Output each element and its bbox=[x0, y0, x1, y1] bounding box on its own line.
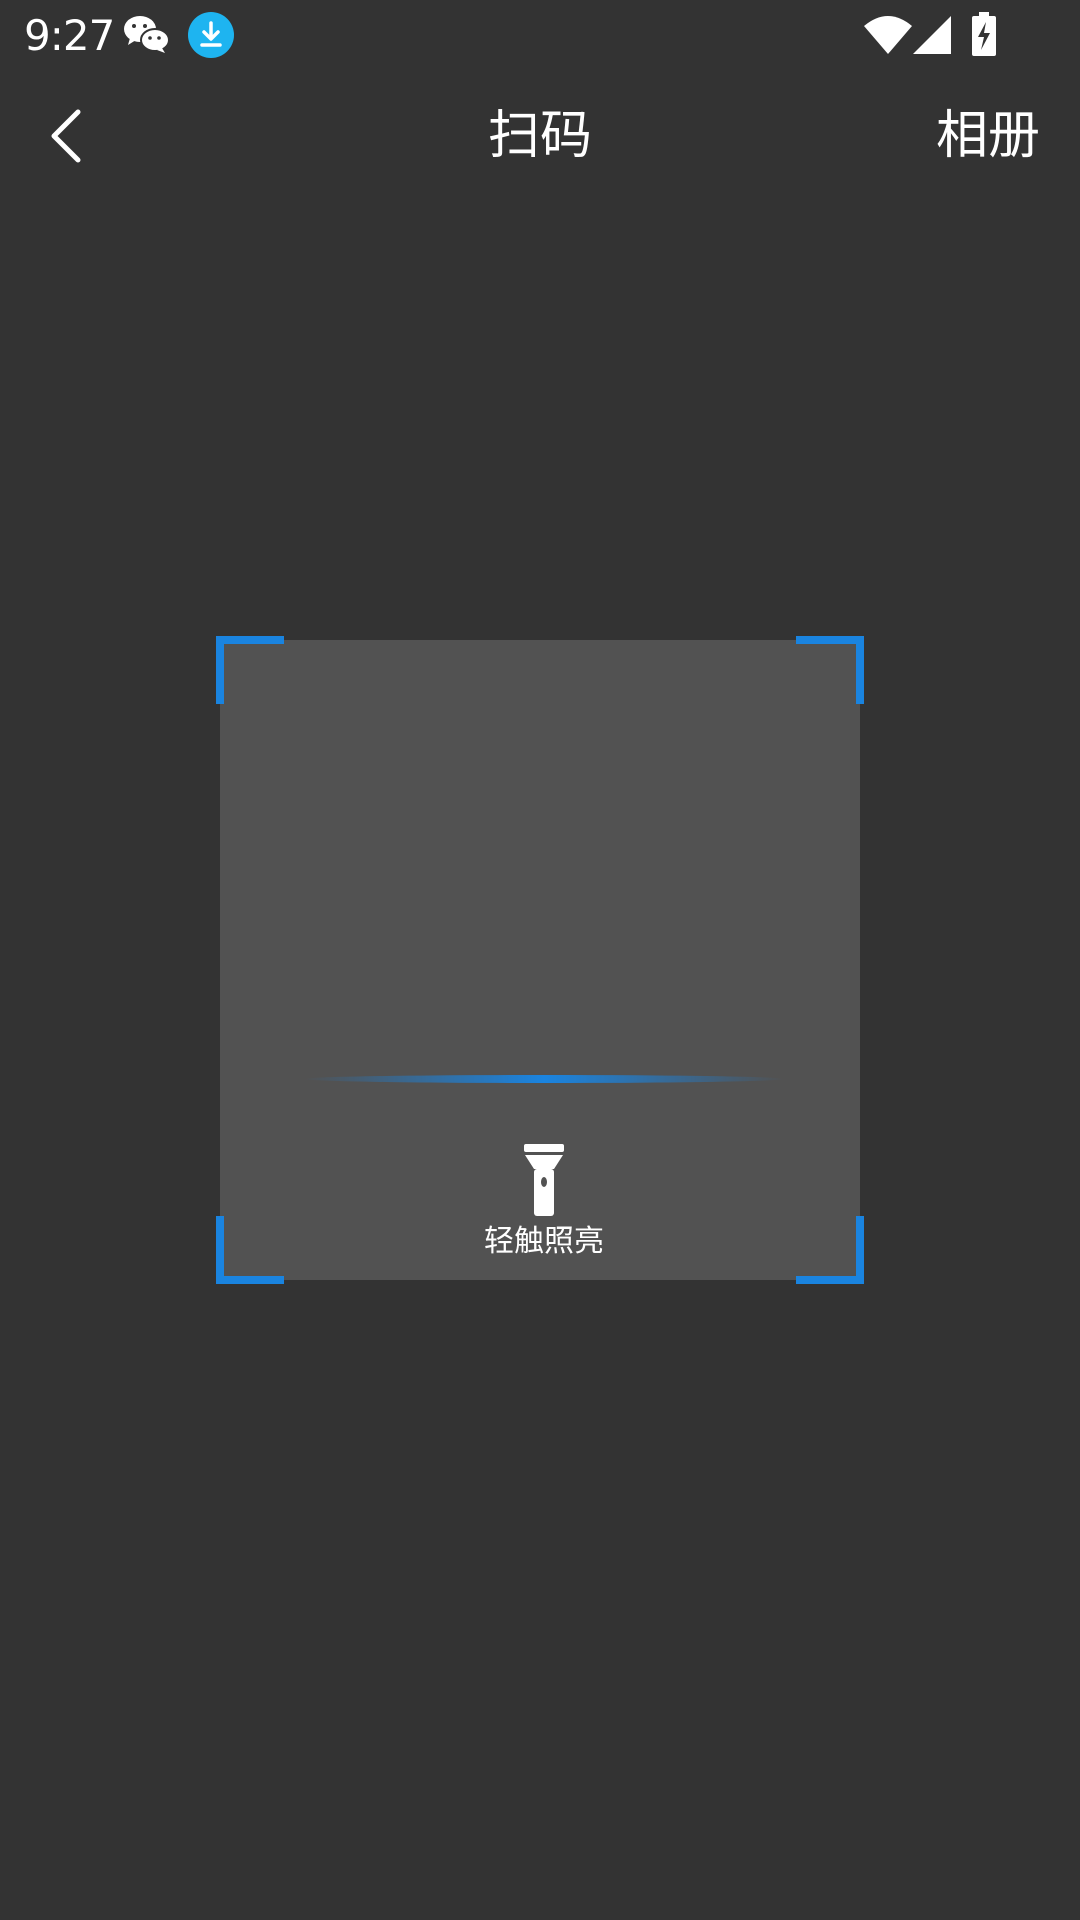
toolbar: 扫码 相册 bbox=[0, 70, 1080, 202]
page-title: 扫码 bbox=[487, 106, 592, 166]
signal-icon bbox=[913, 16, 951, 54]
status-time: 9:27 bbox=[24, 11, 115, 60]
torch-button[interactable]: 轻触照亮 bbox=[444, 1144, 644, 1268]
flashlight-icon bbox=[524, 1144, 564, 1216]
scan-line bbox=[304, 1075, 784, 1083]
scan-screen: 9:27 扫码 相册 轻触照亮 bbox=[0, 0, 1080, 1920]
album-button[interactable]: 相册 bbox=[936, 104, 1040, 168]
wifi-icon bbox=[864, 16, 912, 54]
battery-charging-icon bbox=[972, 12, 996, 56]
corner-top-left bbox=[216, 636, 284, 704]
corner-bottom-right bbox=[796, 1216, 864, 1284]
download-icon bbox=[188, 12, 234, 58]
scan-frame: 轻触照亮 bbox=[216, 636, 864, 1284]
torch-label: 轻触照亮 bbox=[484, 1224, 604, 1259]
corner-bottom-left bbox=[216, 1216, 284, 1284]
scan-viewfinder: 轻触照亮 bbox=[220, 640, 860, 1280]
corner-top-right bbox=[796, 636, 864, 704]
wechat-icon bbox=[124, 16, 170, 53]
status-bar: 9:27 bbox=[0, 0, 1080, 70]
